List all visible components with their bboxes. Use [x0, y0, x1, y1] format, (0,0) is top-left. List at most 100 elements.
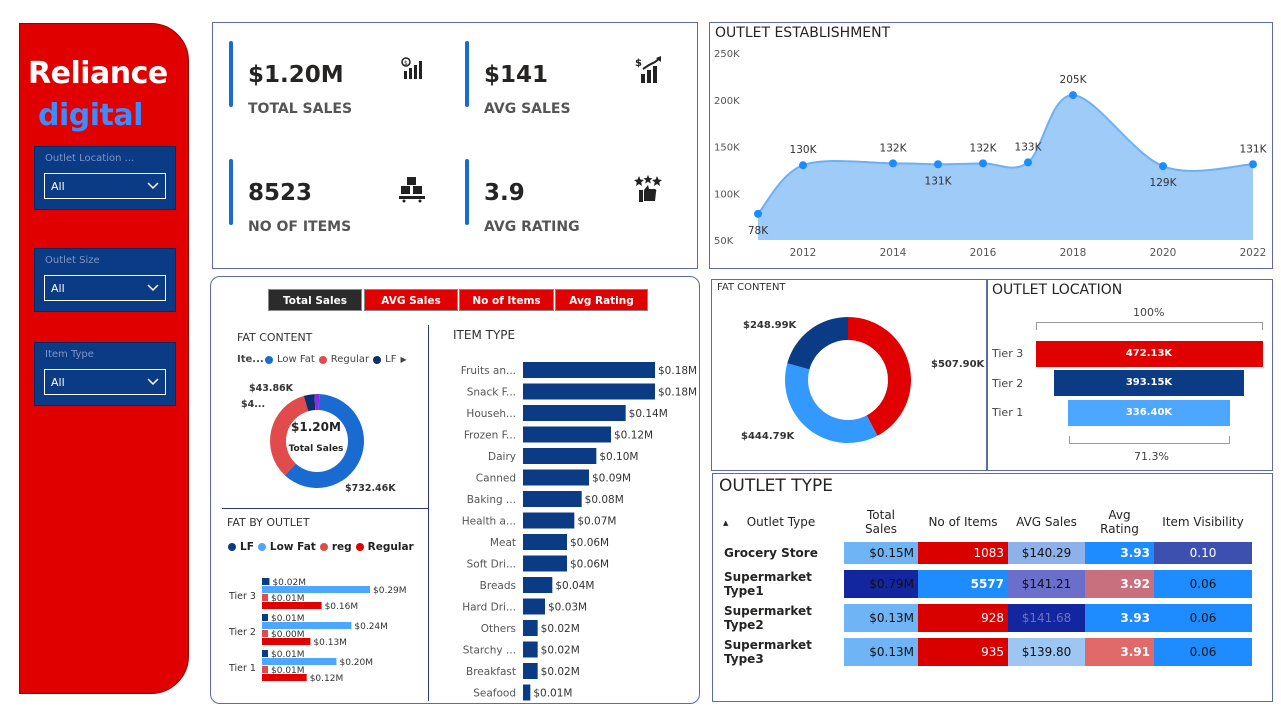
data-point[interactable] — [799, 161, 807, 170]
bar[interactable] — [523, 555, 567, 572]
bar[interactable] — [262, 578, 270, 585]
bar[interactable] — [262, 638, 311, 645]
data-point[interactable] — [1024, 158, 1032, 167]
category-label: Househ... — [466, 408, 516, 420]
column-header[interactable]: Item Visibility — [1154, 508, 1252, 536]
funnel-bracket-bottom — [1069, 436, 1230, 444]
table-cell: 3.91 — [1085, 638, 1154, 666]
legend-swatch — [265, 355, 273, 364]
data-label: $0.04M — [555, 580, 594, 592]
data-label: $0.24M — [354, 622, 388, 632]
donut-slice[interactable] — [787, 317, 848, 370]
bar[interactable] — [262, 602, 322, 609]
table-cell: 3.92 — [1085, 570, 1154, 598]
donut-slice[interactable] — [848, 317, 911, 436]
bar[interactable] — [262, 614, 268, 621]
donut-slice[interactable] — [270, 395, 309, 476]
bar[interactable] — [262, 630, 268, 637]
bar[interactable] — [262, 666, 268, 673]
column-header[interactable]: No of Items — [918, 508, 1008, 536]
bar[interactable] — [262, 586, 370, 593]
legend-item: reg — [331, 541, 352, 553]
tab-avg-rating[interactable]: Avg Rating — [555, 289, 648, 311]
data-label: $43.86K — [249, 383, 294, 394]
growth-chart-icon: $ — [635, 56, 661, 83]
bar[interactable] — [262, 594, 268, 601]
data-label: $0.12M — [310, 674, 344, 684]
table-row[interactable]: Supermarket Type2 $0.13M 928 $141.68 3.9… — [718, 604, 1252, 632]
table-row[interactable]: Supermarket Type3 $0.13M 935 $139.80 3.9… — [718, 638, 1252, 666]
bar[interactable] — [523, 426, 611, 443]
column-header[interactable]: Total Sales — [844, 508, 918, 536]
data-point[interactable] — [979, 159, 987, 168]
tab-avg-sales[interactable]: AVG Sales — [364, 289, 458, 311]
bar[interactable] — [523, 362, 655, 378]
data-label: $0.06M — [570, 537, 609, 549]
bar[interactable] — [523, 534, 567, 550]
table-cell: 3.93 — [1085, 604, 1154, 632]
data-point[interactable] — [754, 209, 762, 218]
y-tick-label: 250K — [714, 49, 740, 60]
slicer-outlet-size: Outlet Size All — [34, 248, 176, 312]
column-header[interactable]: Outlet Type — [718, 508, 844, 536]
bar[interactable] — [523, 598, 545, 615]
kpi-accent-bar — [465, 41, 469, 107]
data-label: $0.02M — [541, 623, 580, 635]
legend-item: LF — [240, 541, 254, 553]
boxes-icon — [399, 177, 425, 203]
bar[interactable] — [523, 448, 597, 464]
chevron-down-icon — [147, 378, 159, 386]
sales-chart-icon: $ — [401, 57, 422, 79]
bar[interactable] — [523, 469, 589, 486]
bar[interactable] — [523, 620, 538, 636]
kpi-avg-rating-value: 3.9 — [484, 180, 525, 206]
data-point[interactable] — [934, 160, 942, 169]
bar[interactable] — [523, 491, 582, 507]
data-point[interactable] — [1069, 91, 1077, 100]
data-label: $0.08M — [585, 494, 624, 506]
table-cell: $0.15M — [844, 542, 918, 564]
bar[interactable] — [523, 383, 655, 400]
donut-slice[interactable] — [785, 363, 878, 444]
bar[interactable] — [523, 684, 531, 701]
data-point[interactable] — [1249, 160, 1257, 169]
bar[interactable] — [262, 658, 337, 665]
tab-no-of-items[interactable]: No of Items — [459, 289, 554, 311]
fat-content-right-title: FAT CONTENT — [717, 282, 786, 293]
item-type-dropdown[interactable]: All — [44, 369, 166, 395]
bar[interactable] — [523, 641, 538, 658]
column-header[interactable]: Avg Rating — [1085, 508, 1154, 536]
category-label: Seafood — [473, 688, 516, 700]
outlet-size-dropdown[interactable]: All — [44, 275, 166, 301]
bar[interactable] — [262, 650, 268, 657]
fat-content-title: FAT CONTENT — [237, 331, 313, 344]
data-label: $0.02M — [541, 645, 580, 657]
data-label: $0.09M — [592, 473, 631, 485]
legend-swatch — [228, 543, 236, 551]
funnel-bar[interactable]: 472.13K — [1035, 341, 1263, 367]
kpi-accent-bar — [229, 159, 233, 225]
bar[interactable] — [523, 577, 553, 593]
data-label: 133K — [1015, 141, 1043, 153]
bar[interactable] — [523, 663, 538, 679]
data-point[interactable] — [1159, 162, 1167, 171]
outlet-location-dropdown[interactable]: All — [44, 173, 166, 199]
funnel-bar[interactable]: 393.15K — [1054, 370, 1244, 396]
kpi-no-of-items-label: NO OF ITEMS — [248, 219, 352, 235]
funnel-bar[interactable]: 336.40K — [1068, 400, 1230, 426]
x-tick-label: 2014 — [880, 247, 907, 259]
bar[interactable] — [523, 405, 626, 421]
category-label: Dairy — [488, 451, 516, 463]
category-label: Starchy ... — [463, 645, 516, 657]
table-row[interactable]: Supermarket Type1 $0.79M 5577 $141.21 3.… — [718, 570, 1252, 598]
bar[interactable] — [523, 512, 575, 529]
legend-item: Low Fat — [269, 541, 316, 553]
bar[interactable] — [262, 622, 352, 629]
table-row[interactable]: Grocery Store $0.15M 1083 $140.29 3.93 0… — [718, 542, 1252, 564]
legend-next-arrow[interactable]: ▶ — [400, 355, 406, 364]
data-point[interactable] — [889, 159, 897, 168]
tab-total-sales[interactable]: Total Sales — [268, 289, 362, 311]
column-header[interactable]: AVG Sales — [1008, 508, 1085, 536]
table-cell: 0.06 — [1154, 638, 1252, 666]
bar[interactable] — [262, 674, 307, 681]
